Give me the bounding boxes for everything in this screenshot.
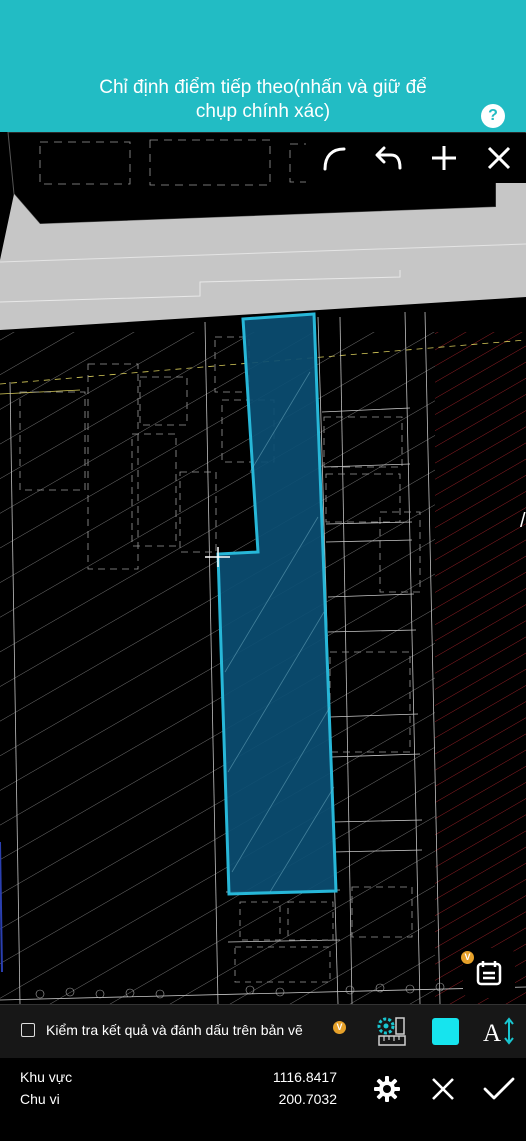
- color-swatch[interactable]: [432, 1018, 459, 1045]
- perimeter-value: 200.7032: [278, 1091, 337, 1107]
- instruction-line-2: chụp chính xác): [195, 101, 331, 122]
- drawing-toolbar: [306, 133, 526, 183]
- map-canvas[interactable]: /: [0, 132, 526, 1004]
- check-badge: V: [333, 1021, 346, 1034]
- plus-icon[interactable]: [424, 138, 464, 178]
- help-icon[interactable]: ?: [481, 104, 505, 128]
- area-value: 1116.8417: [272, 1069, 337, 1085]
- cancel-button[interactable]: [423, 1069, 463, 1109]
- perimeter-label: Chu vi: [20, 1091, 60, 1107]
- check-result-checkbox[interactable]: [21, 1023, 35, 1037]
- settings-button[interactable]: [367, 1069, 407, 1109]
- arc-icon[interactable]: [314, 138, 354, 178]
- area-label: Khu vực: [20, 1069, 73, 1085]
- undo-icon[interactable]: [369, 138, 409, 178]
- instruction-line-1: Chỉ định điểm tiếp theo(nhấn và giữ để: [99, 77, 427, 98]
- svg-text:/: /: [520, 510, 526, 532]
- cad-drawing: /: [0, 132, 526, 1004]
- instruction-title: Chỉ định điểm tiếp theo(nhấn và giữ để c…: [60, 76, 466, 124]
- check-result-label[interactable]: Kiểm tra kết quả và đánh dấu trên bản vẽ: [46, 1022, 341, 1040]
- close-icon[interactable]: [479, 138, 519, 178]
- gear-icon: [374, 1076, 400, 1102]
- calendar-badge: V: [461, 951, 474, 964]
- measure-settings-icon[interactable]: [374, 1014, 408, 1048]
- header-bar: Chỉ định điểm tiếp theo(nhấn và giữ để c…: [0, 0, 526, 132]
- calendar-icon: [476, 961, 502, 986]
- svg-text:A: A: [483, 1020, 501, 1047]
- confirm-button[interactable]: [479, 1069, 519, 1109]
- checkmark-icon: [483, 1077, 515, 1100]
- text-size-icon[interactable]: A: [482, 1014, 516, 1048]
- close-icon: [432, 1078, 454, 1100]
